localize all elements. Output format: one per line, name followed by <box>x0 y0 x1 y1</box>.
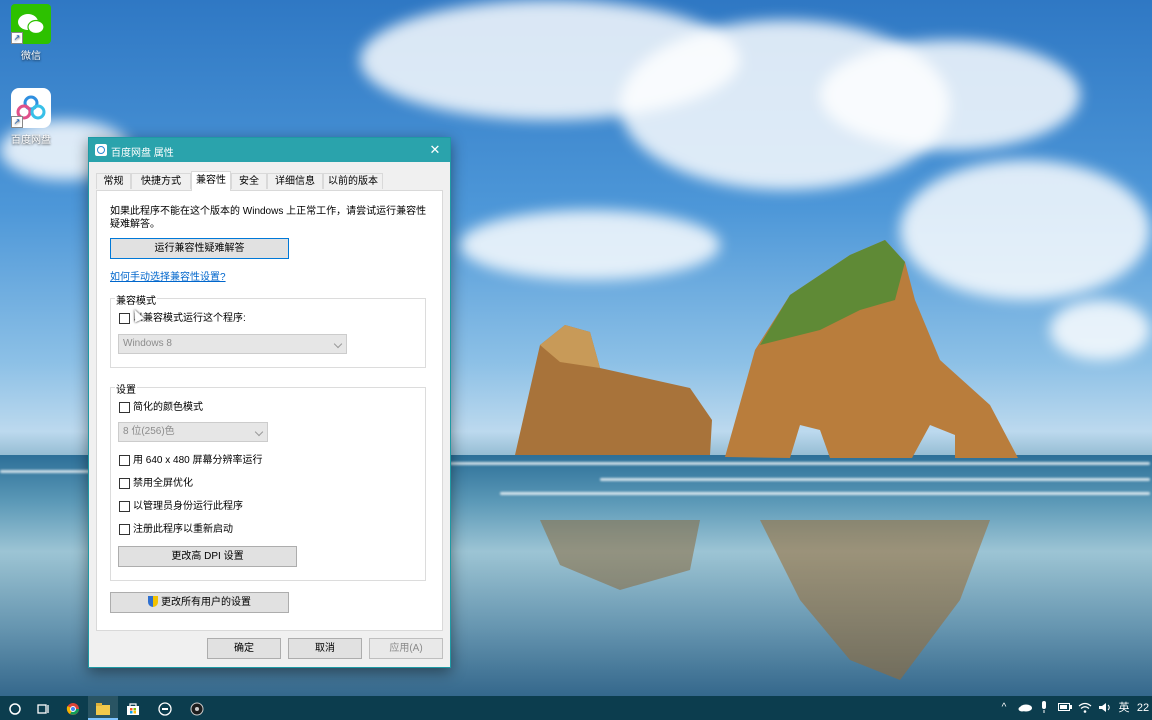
compatibility-panel: 如果此程序不能在这个版本的 Windows 上正常工作，请尝试运行兼容性疑难解答… <box>96 190 443 631</box>
battery-icon[interactable] <box>1056 696 1074 720</box>
tab-general[interactable]: 常规 <box>96 173 131 189</box>
run-as-admin-row[interactable]: 以管理员身份运行此程序 <box>119 500 369 513</box>
tab-details[interactable]: 详细信息 <box>267 173 323 189</box>
change-dpi-button[interactable]: 更改高 DPI 设置 <box>118 546 297 567</box>
disable-fullscreen-checkbox[interactable] <box>119 478 130 489</box>
settings-group-label: 设置 <box>115 381 137 396</box>
troubleshooter-button[interactable]: 运行兼容性疑难解答 <box>110 238 289 259</box>
apply-button[interactable]: 应用(A) <box>369 638 443 659</box>
settings-group: 设置 简化的颜色模式 8 位(256)色 用 640 x 480 屏幕分辨率运行… <box>110 381 426 581</box>
change-all-users-label: 更改所有用户的设置 <box>161 597 251 608</box>
file-explorer-icon[interactable] <box>88 696 118 720</box>
disable-fullscreen-label: 禁用全屏优化 <box>133 478 193 489</box>
shortcut-arrow-icon: ↗ <box>11 116 23 128</box>
clock[interactable]: 22 <box>1134 696 1152 720</box>
desktop-icon-baidu-netdisk[interactable]: ↗ 百度网盘 <box>1 88 61 146</box>
color-depth-select: 8 位(256)色 <box>118 422 268 442</box>
register-restart-label: 注册此程序以重新启动 <box>133 524 233 535</box>
volume-icon[interactable] <box>1096 696 1114 720</box>
properties-dialog: 百度网盘 属性 ✕ 常规 快捷方式 兼容性 安全 详细信息 以前的版本 如果此程… <box>88 137 451 668</box>
res-640-checkbox[interactable] <box>119 455 130 466</box>
tab-shortcut[interactable]: 快捷方式 <box>131 173 191 189</box>
register-restart-row[interactable]: 注册此程序以重新启动 <box>119 523 369 536</box>
ok-button[interactable]: 确定 <box>207 638 281 659</box>
taskbar: ^ 英 22 <box>0 696 1152 720</box>
dell-app-icon[interactable] <box>150 696 180 720</box>
change-all-users-button[interactable]: 更改所有用户的设置 <box>110 592 289 613</box>
store-icon[interactable] <box>118 696 148 720</box>
desktop-icon-wechat[interactable]: ↗ 微信 <box>1 4 61 62</box>
manual-settings-link[interactable]: 如何手动选择兼容性设置? <box>110 268 226 283</box>
reduced-color-checkbox[interactable] <box>119 402 130 413</box>
close-icon[interactable]: ✕ <box>420 138 450 162</box>
app-settings-icon[interactable] <box>182 696 212 720</box>
res-640-row[interactable]: 用 640 x 480 屏幕分辨率运行 <box>119 454 369 467</box>
tab-compatibility[interactable]: 兼容性 <box>191 171 231 191</box>
os-version-select: Windows 8 <box>118 334 347 354</box>
onedrive-icon[interactable] <box>1016 696 1034 720</box>
compat-mode-group-label: 兼容模式 <box>115 292 157 307</box>
uac-shield-icon <box>148 596 158 607</box>
dialog-title: 百度网盘 属性 <box>111 148 174 159</box>
res-640-label: 用 640 x 480 屏幕分辨率运行 <box>133 455 263 466</box>
app-icon <box>95 144 107 156</box>
reduced-color-row[interactable]: 简化的颜色模式 <box>119 401 369 414</box>
compat-mode-checkbox-label: 以兼容模式运行这个程序: <box>133 313 246 324</box>
os-version-select-value: Windows 8 <box>123 338 172 349</box>
chevron-down-icon <box>254 427 264 437</box>
register-restart-checkbox[interactable] <box>119 524 130 535</box>
tab-security[interactable]: 安全 <box>231 173 267 189</box>
wechat-icon: ↗ <box>11 4 51 44</box>
tab-previous-versions[interactable]: 以前的版本 <box>323 173 383 189</box>
compat-mode-group: 兼容模式 以兼容模式运行这个程序: Windows 8 <box>110 292 426 368</box>
chrome-icon[interactable] <box>58 696 88 720</box>
compat-mode-checkbox-row[interactable]: 以兼容模式运行这个程序: <box>119 312 369 325</box>
dialog-titlebar[interactable]: 百度网盘 属性 ✕ <box>89 138 450 162</box>
disable-fullscreen-row[interactable]: 禁用全屏优化 <box>119 477 369 490</box>
cancel-button[interactable]: 取消 <box>288 638 362 659</box>
baidu-netdisk-icon: ↗ <box>11 88 51 128</box>
chevron-down-icon <box>333 339 343 349</box>
chevron-up-icon[interactable]: ^ <box>996 696 1012 720</box>
desktop-icon-label: 百度网盘 <box>11 135 51 146</box>
task-view-icon[interactable] <box>28 696 58 720</box>
run-as-admin-checkbox[interactable] <box>119 501 130 512</box>
cortana-search-icon[interactable] <box>0 696 30 720</box>
compat-mode-checkbox[interactable] <box>119 313 130 324</box>
reduced-color-label: 简化的颜色模式 <box>133 402 203 413</box>
microphone-icon[interactable] <box>1036 696 1052 720</box>
desktop-icon-label: 微信 <box>21 51 41 62</box>
ime-indicator[interactable]: 英 <box>1116 696 1132 720</box>
intro-text: 如果此程序不能在这个版本的 Windows 上正常工作，请尝试运行兼容性疑难解答… <box>110 206 427 230</box>
wifi-icon[interactable] <box>1076 696 1094 720</box>
run-as-admin-label: 以管理员身份运行此程序 <box>133 501 243 512</box>
color-depth-select-value: 8 位(256)色 <box>123 426 175 437</box>
shortcut-arrow-icon: ↗ <box>11 32 23 44</box>
